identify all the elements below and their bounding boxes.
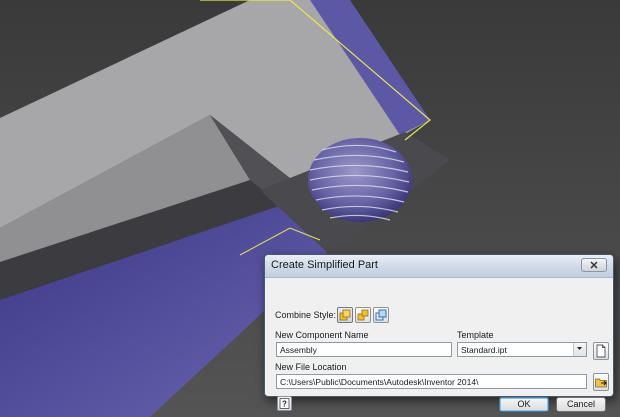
template-label: Template xyxy=(457,330,494,340)
svg-text:?: ? xyxy=(282,400,287,409)
help-button[interactable]: ? xyxy=(277,396,292,411)
close-icon xyxy=(590,261,598,269)
component-name-label: New Component Name xyxy=(275,330,369,340)
template-select[interactable]: Standard.ipt xyxy=(457,342,587,357)
combine-single-solid-icon xyxy=(339,309,351,321)
dialog-title: Create Simplified Part xyxy=(271,259,378,271)
combine-multiple-solids-icon xyxy=(357,309,369,321)
combine-style-surfaces-button[interactable] xyxy=(373,307,389,323)
help-icon: ? xyxy=(279,398,290,409)
template-selected-value: Standard.ipt xyxy=(461,345,507,355)
chevron-down-icon xyxy=(577,347,582,350)
template-dropdown-arrow[interactable] xyxy=(573,343,586,356)
combine-surfaces-icon xyxy=(375,309,387,321)
combine-style-multiple-solids-button[interactable] xyxy=(355,307,371,323)
file-location-label: New File Location xyxy=(275,362,347,372)
combine-style-single-solid-button[interactable] xyxy=(337,307,353,323)
cancel-button[interactable]: Cancel xyxy=(556,397,606,412)
file-location-input[interactable]: C:\Users\Public\Documents\Autodesk\Inven… xyxy=(276,374,587,389)
folder-browse-icon xyxy=(595,378,607,388)
browse-template-button[interactable] xyxy=(593,342,609,360)
create-simplified-part-dialog: Create Simplified Part Combine Style: Ne… xyxy=(264,254,614,412)
document-icon xyxy=(596,344,606,358)
browse-folder-button[interactable] xyxy=(593,373,609,391)
ok-button[interactable]: OK xyxy=(499,397,549,412)
dialog-titlebar[interactable]: Create Simplified Part xyxy=(265,255,613,278)
component-name-input[interactable]: Assembly xyxy=(276,342,452,357)
combine-style-label: Combine Style: xyxy=(275,310,337,320)
close-button[interactable] xyxy=(581,258,607,272)
